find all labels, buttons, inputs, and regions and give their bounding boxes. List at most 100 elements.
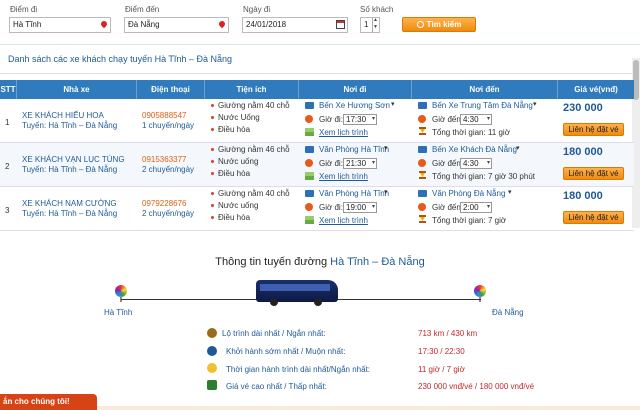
table-header: STT Nhà xe Điện thoại Tiện ích Nơi đi Nơ… [0, 80, 634, 99]
destination-city: Đà Nẵng [492, 308, 524, 317]
book-ticket-button[interactable]: Liên hệ đặt vé [563, 211, 624, 224]
ticket-price: 230 000 [563, 102, 603, 114]
operator-name[interactable]: XE KHÁCH VẠN LỤC TÙNG [22, 155, 125, 164]
trips-per-day: 2 chuyến/ngày [142, 209, 195, 218]
amenity-item: Giường nằm 40 chỗ [211, 189, 290, 198]
calendar-icon[interactable] [336, 20, 345, 29]
chevron-down-icon[interactable]: ▾ [391, 100, 395, 108]
search-button[interactable]: Tìm kiếm [402, 17, 476, 32]
map-icon [305, 216, 314, 224]
search-button-label: Tìm kiếm [426, 20, 462, 29]
schedule-link[interactable]: Xem lịch trình [319, 172, 368, 181]
col-amenities: Tiện ích [205, 80, 299, 99]
bus-icon [305, 102, 314, 109]
arrival-place: Văn Phòng Đà Nẵng [432, 189, 506, 198]
ticket-price: 180 000 [563, 190, 603, 202]
row-number: 1 [5, 118, 10, 127]
amenity-item: Điều hòa [211, 125, 250, 134]
amenity-item: Nước uống [211, 201, 258, 210]
schedule-link[interactable]: Xem lịch trình [319, 128, 368, 137]
depart-time-select[interactable]: 17:30 ▾ [343, 114, 377, 125]
depart-label: Giờ đi: [319, 115, 343, 124]
amenity-item: Giường nằm 46 chỗ [211, 145, 290, 154]
bus-icon [418, 146, 427, 153]
chevron-down-icon[interactable]: ▾ [516, 144, 520, 152]
book-ticket-button[interactable]: Liên hệ đặt vé [563, 123, 624, 136]
total-duration: Tổng thời gian: 7 giờ 30 phút [432, 172, 536, 181]
table-row: 1 XE KHÁCH HIẾU HOA Tuyến: Hà Tĩnh – Đà … [0, 99, 634, 143]
money-icon [207, 380, 217, 390]
arrive-time-select[interactable]: 4:30 ▾ [460, 114, 492, 125]
search-bar: Điểm đi Hà Tĩnh Điểm đến Đà Nẵng Ngày đi… [0, 0, 640, 44]
depart-label: Giờ đi: [319, 203, 343, 212]
clock-icon [305, 203, 313, 211]
schedule-link[interactable]: Xem lịch trình [319, 216, 368, 225]
row-number: 3 [5, 206, 10, 215]
operator-name[interactable]: XE KHÁCH HIẾU HOA [22, 111, 104, 120]
table-row: 3 XE KHÁCH NAM CƯỜNG Tuyến: Hà Tĩnh – Đà… [0, 187, 634, 231]
seats-label: Số khách [360, 5, 394, 14]
bus-icon [418, 102, 427, 109]
col-operator: Nhà xe [17, 80, 137, 99]
amenity-item: Nước Uống [211, 113, 260, 122]
clock-icon [305, 115, 313, 123]
phone-number[interactable]: 0915363377 [142, 155, 187, 164]
location-pin-icon [101, 21, 107, 29]
col-phone: Điện thoại [137, 80, 205, 99]
divider [0, 73, 640, 74]
book-ticket-button[interactable]: Liên hệ đặt vé [563, 167, 624, 180]
departure-place: Văn Phòng Hà Tĩnh [319, 145, 390, 154]
search-icon [416, 21, 424, 28]
col-to: Nơi đến [412, 80, 558, 99]
to-input[interactable]: Đà Nẵng [124, 17, 229, 33]
amenity-item: Nước uống [211, 157, 258, 166]
chevron-down-icon[interactable]: ▾ [384, 144, 388, 152]
chevron-down-icon[interactable]: ▾ [533, 100, 537, 108]
arrive-label: Giờ đến: [432, 115, 464, 124]
arrival-place: Bến Xe Khách Đà Nẵng [432, 145, 517, 154]
chevron-down-icon[interactable]: ▾ [508, 188, 512, 196]
arrive-time-select[interactable]: 2:00 ▾ [460, 202, 492, 213]
total-duration: Tổng thời gian: 11 giờ [432, 128, 510, 137]
bus-icon [256, 280, 338, 306]
operator-route: Tuyến: Hà Tĩnh – Đà Nẵng [22, 209, 118, 218]
map-icon [305, 172, 314, 180]
bus-icon [305, 190, 314, 197]
operator-name[interactable]: XE KHÁCH NAM CƯỜNG [22, 199, 117, 208]
to-label: Điểm đến [125, 5, 160, 14]
clock-icon [418, 159, 426, 167]
road-icon [207, 328, 217, 338]
amenity-item: Giường nằm 40 chỗ [211, 101, 290, 110]
chat-button[interactable]: ắn cho chúng tôi! [0, 394, 97, 410]
route-info-title: Thông tin tuyến đường Hà Tĩnh – Đà Nẵng [215, 256, 425, 268]
amenity-item: Điều hòa [211, 213, 250, 222]
date-label: Ngày đi [243, 5, 271, 14]
clock-icon [418, 115, 426, 123]
map-icon [305, 128, 314, 136]
date-input[interactable]: 24/01/2018 [242, 17, 348, 33]
chevron-down-icon[interactable]: ▾ [384, 188, 388, 196]
phone-number[interactable]: 0979228676 [142, 199, 187, 208]
from-label: Điểm đi [10, 5, 38, 14]
arrive-label: Giờ đến: [432, 203, 464, 212]
clock-icon [418, 203, 426, 211]
bus-icon [305, 146, 314, 153]
destination-marker-icon [474, 285, 486, 302]
clock-icon [305, 159, 313, 167]
phone-number[interactable]: 0905888547 [142, 111, 187, 120]
bus-icon [418, 190, 427, 197]
arrive-time-select[interactable]: 4:30 ▾ [460, 158, 492, 169]
from-input[interactable]: Hà Tĩnh [9, 17, 111, 33]
departure-place: Văn Phòng Hà Tĩnh [319, 189, 390, 198]
departure-icon [207, 346, 217, 356]
depart-time-select[interactable]: 19:00 ▾ [343, 202, 377, 213]
col-stt: STT [0, 80, 17, 99]
departure-place: Bến Xe Hương Sơn [319, 101, 390, 110]
depart-time-select[interactable]: 21:30 ▾ [343, 158, 377, 169]
hourglass-icon [419, 215, 426, 223]
trips-per-day: 1 chuyến/ngày [142, 121, 195, 130]
hourglass-icon [419, 127, 426, 135]
seats-stepper[interactable] [372, 17, 379, 32]
ticket-price: 180 000 [563, 146, 603, 158]
origin-marker-icon [115, 285, 127, 302]
